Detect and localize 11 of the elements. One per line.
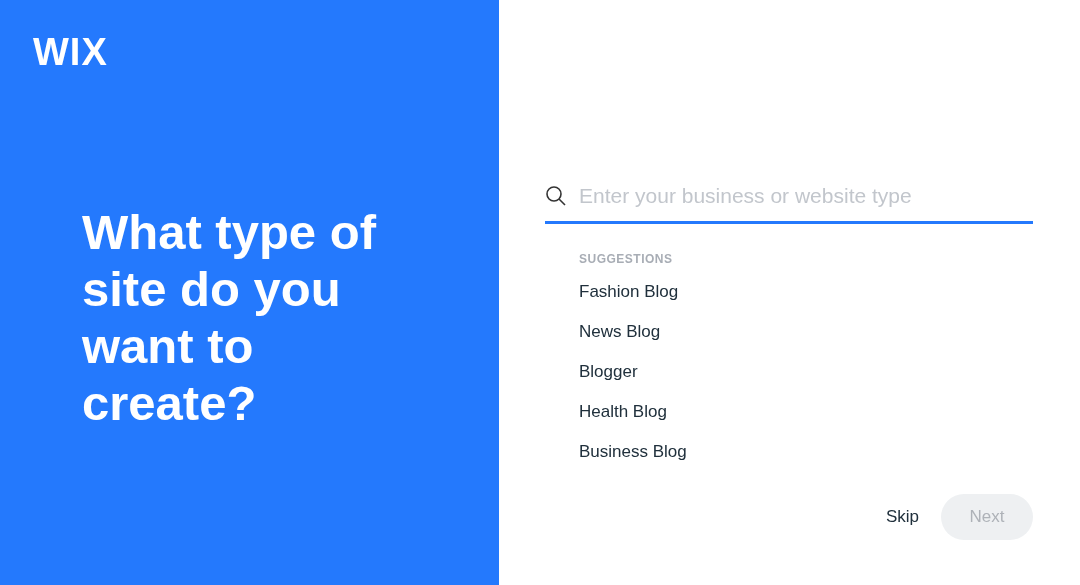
suggestion-item[interactable]: Blogger <box>579 359 638 384</box>
suggestion-item[interactable]: Fashion Blog <box>579 279 679 304</box>
logo: WIX <box>33 30 108 74</box>
suggestion-item[interactable]: Business Blog <box>579 439 687 464</box>
search-icon <box>545 184 567 207</box>
heading: What type of site do you want to create? <box>82 204 378 432</box>
suggestion-item[interactable]: News Blog <box>579 319 661 344</box>
suggestion-item[interactable]: Health Blog <box>579 399 667 424</box>
suggestions-heading: SUGGESTIONS <box>579 250 673 268</box>
search-field[interactable]: Enter your business or website type <box>579 180 1033 212</box>
skip-button[interactable]: Skip <box>885 503 919 530</box>
